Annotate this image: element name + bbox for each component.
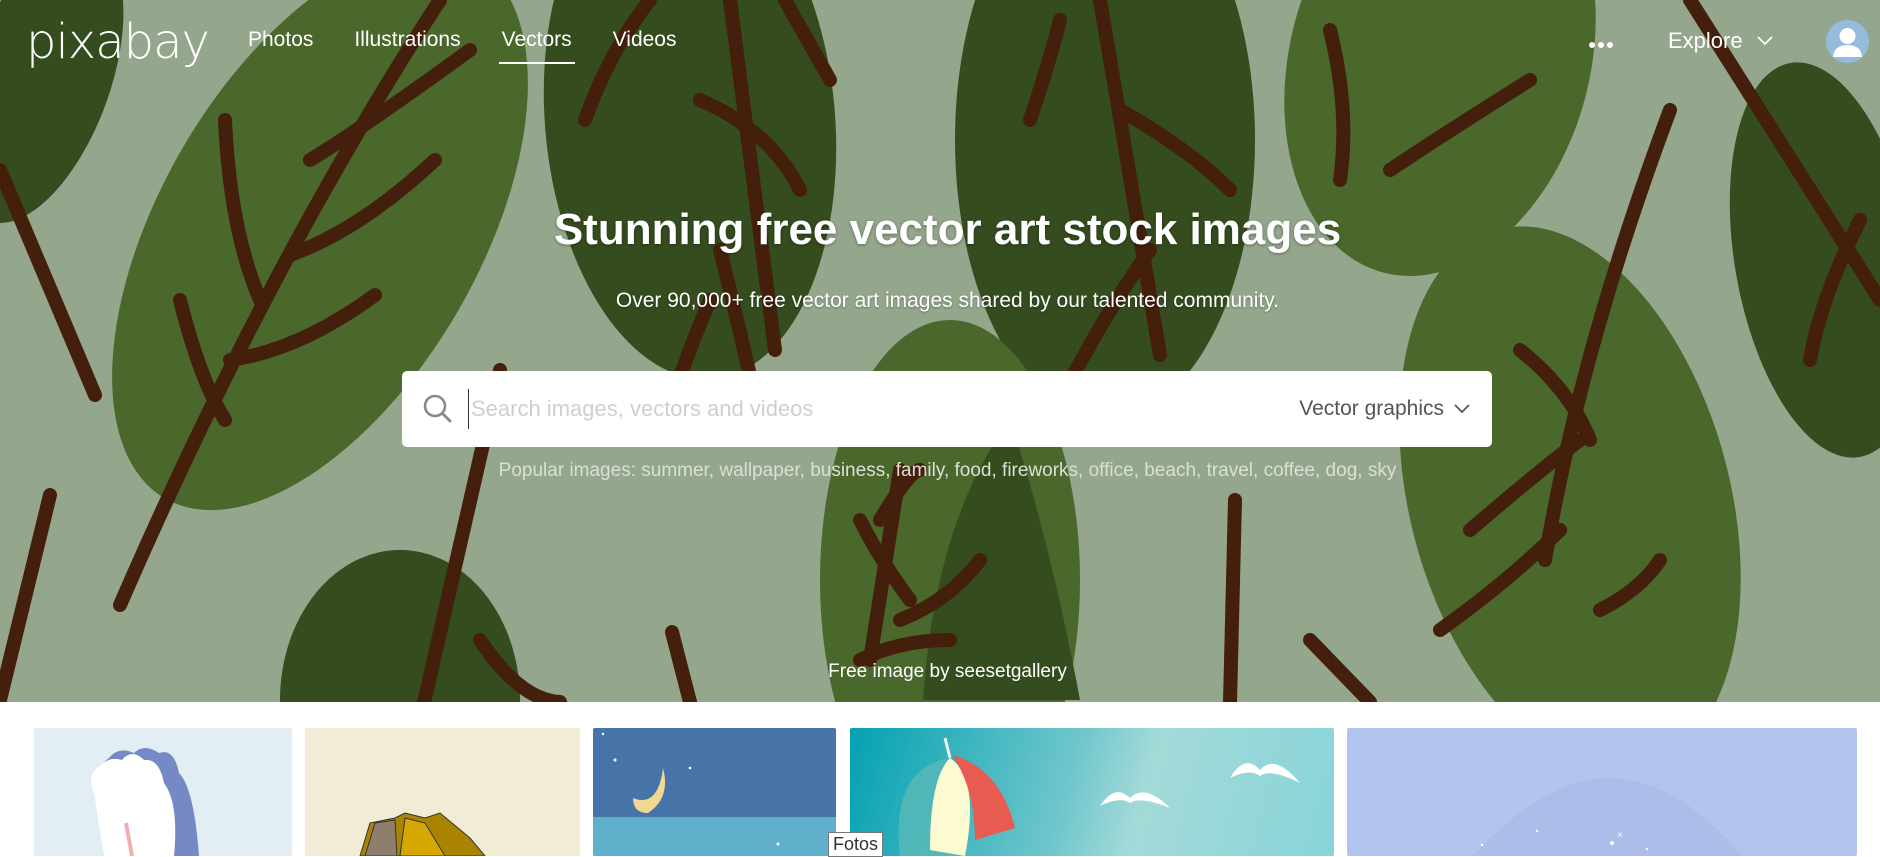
leaf-background-illustration bbox=[0, 0, 1880, 702]
hero-banner: pixabay Photos Illustrations Vectors Vid… bbox=[0, 0, 1880, 702]
gallery-tile-moon[interactable] bbox=[593, 728, 836, 856]
gallery-tile-stars[interactable]: × bbox=[1347, 728, 1857, 856]
user-avatar-icon bbox=[1833, 28, 1862, 57]
gallery-tile-cloud[interactable] bbox=[34, 728, 292, 856]
ellipsis-icon bbox=[1589, 42, 1613, 48]
media-type-select[interactable]: Vector graphics bbox=[1299, 397, 1470, 421]
media-type-label: Vector graphics bbox=[1299, 397, 1444, 420]
tooltip: Fotos bbox=[828, 832, 884, 857]
image-gallery: × Fotos bbox=[0, 728, 1880, 857]
nav-vectors[interactable]: Vectors bbox=[498, 28, 575, 64]
chevron-down-icon bbox=[1756, 36, 1773, 46]
pixabay-logo[interactable]: pixabay bbox=[26, 14, 210, 70]
golden-rocks-illustration bbox=[359, 812, 486, 856]
nav-videos[interactable]: Videos bbox=[613, 28, 677, 62]
svg-text:×: × bbox=[1617, 830, 1623, 841]
more-menu-button[interactable] bbox=[1588, 30, 1614, 56]
gallery-tile-rocks[interactable] bbox=[305, 728, 580, 856]
search-input[interactable] bbox=[468, 389, 1300, 429]
page-subtitle: Over 90,000+ free vector art images shar… bbox=[615, 289, 1280, 312]
beach-umbrella-illustration bbox=[898, 737, 1300, 856]
image-credit[interactable]: Free image by seesetgallery bbox=[0, 661, 1880, 683]
cloud-illustration bbox=[91, 748, 199, 856]
popular-searches[interactable]: Popular images: summer, wallpaper, busin… bbox=[0, 460, 1880, 482]
user-avatar[interactable] bbox=[1826, 20, 1869, 63]
main-nav: Photos Illustrations Vectors Videos bbox=[248, 28, 718, 64]
top-navigation-bar: pixabay Photos Illustrations Vectors Vid… bbox=[0, 0, 1880, 86]
explore-dropdown[interactable]: Explore bbox=[1668, 28, 1773, 54]
gallery-tile-beach[interactable] bbox=[850, 728, 1334, 856]
search-icon[interactable] bbox=[422, 393, 454, 425]
page-title: Stunning free vector art stock images bbox=[553, 205, 1342, 254]
explore-label: Explore bbox=[1668, 28, 1743, 53]
search-bar: Vector graphics bbox=[402, 371, 1492, 447]
nav-illustrations[interactable]: Illustrations bbox=[354, 28, 460, 62]
starry-dome-illustration: × bbox=[1472, 778, 1742, 856]
moon-over-sea-illustration bbox=[593, 732, 836, 856]
nav-photos[interactable]: Photos bbox=[248, 28, 313, 62]
chevron-down-icon bbox=[1454, 404, 1470, 414]
